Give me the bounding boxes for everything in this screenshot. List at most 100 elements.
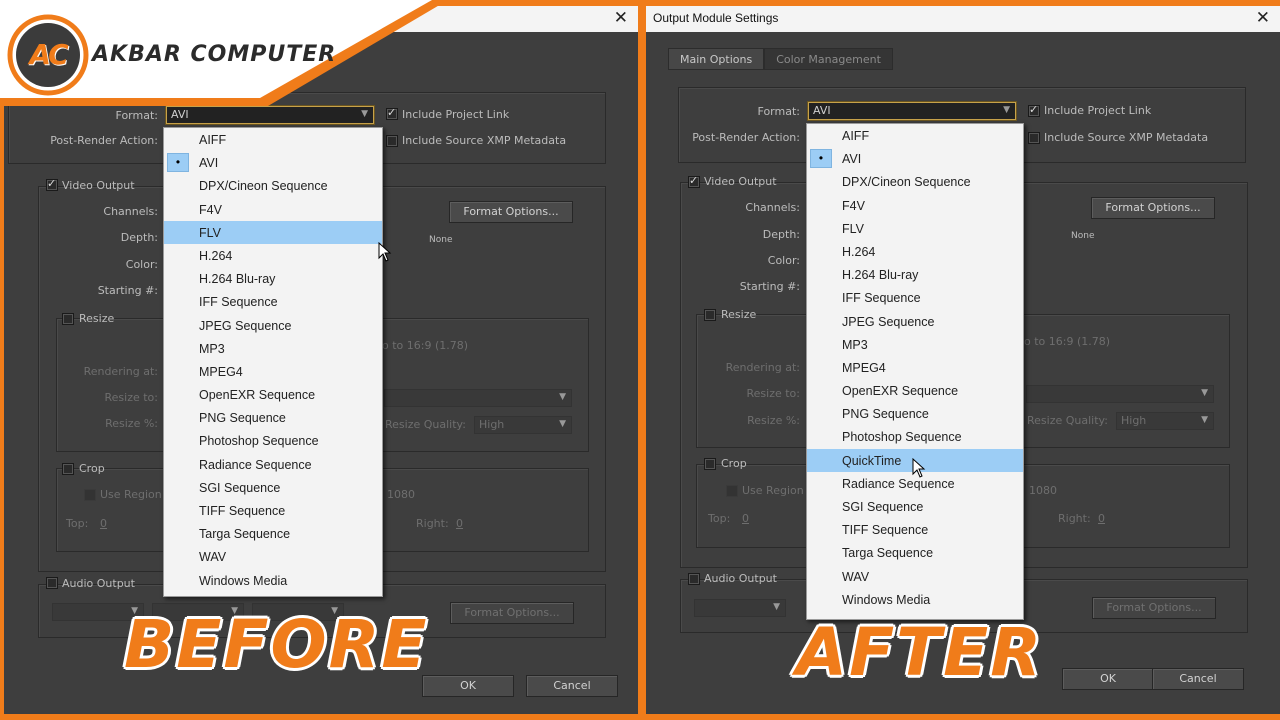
format-menu-item-label: FLV: [199, 225, 221, 240]
crop-top-field[interactable]: 0: [100, 517, 107, 530]
format-menu-item[interactable]: OpenEXR Sequence: [164, 383, 382, 406]
format-menu-list: AIFF • AVI DPX/Cineon Sequence F4V FLV H.264 H.…: [164, 128, 382, 592]
format-menu-item[interactable]: MPEG4: [807, 356, 1023, 379]
chevron-down-icon: ▼: [559, 419, 566, 429]
format-menu-item[interactable]: F4V: [164, 198, 382, 221]
format-menu-item[interactable]: H.264 Blu-ray: [807, 263, 1023, 286]
crop-right-field[interactable]: 0: [1098, 512, 1105, 525]
cancel-button[interactable]: Cancel: [526, 675, 618, 697]
format-menu-item-label: AVI: [199, 156, 219, 171]
tab-color-management[interactable]: Color Management: [764, 48, 893, 70]
resize-checkbox[interactable]: [704, 309, 716, 321]
crop-checkbox[interactable]: [704, 458, 716, 470]
format-menu-item[interactable]: SGI Sequence: [164, 476, 382, 499]
format-menu-item-label: FLV: [842, 221, 864, 236]
format-menu-item[interactable]: IFF Sequence: [807, 286, 1023, 309]
crop-checkbox[interactable]: [62, 463, 74, 475]
audio-format-options-button[interactable]: Format Options...: [1092, 597, 1216, 619]
crop-right-field[interactable]: 0: [456, 517, 463, 530]
crop-top-field[interactable]: 0: [742, 512, 749, 525]
format-menu-item[interactable]: MP3: [807, 333, 1023, 356]
ok-button[interactable]: OK: [422, 675, 514, 697]
starting-label: Starting #:: [739, 280, 800, 293]
format-menu-item[interactable]: H.264 Blu-ray: [164, 267, 382, 290]
format-options-button[interactable]: Format Options...: [449, 201, 573, 223]
format-menu-item-label: TIFF Sequence: [199, 504, 286, 518]
format-menu-item[interactable]: OpenEXR Sequence: [807, 379, 1023, 402]
format-menu-item[interactable]: Photoshop Sequence: [164, 429, 382, 452]
cancel-button[interactable]: Cancel: [1152, 668, 1244, 690]
close-icon[interactable]: ✕: [1256, 8, 1270, 28]
resize-checkbox[interactable]: [62, 313, 74, 325]
channels-label: Channels:: [745, 201, 800, 214]
format-menu-item[interactable]: PNG Sequence: [807, 402, 1023, 425]
format-menu-item[interactable]: F4V: [807, 194, 1023, 217]
format-menu-item[interactable]: PNG Sequence: [164, 406, 382, 429]
format-menu-item[interactable]: SGI Sequence: [807, 495, 1023, 518]
format-menu-item[interactable]: FLV: [164, 220, 382, 244]
format-menu-item[interactable]: TIFF Sequence: [164, 499, 382, 522]
format-menu-item-label: AVI: [842, 152, 862, 167]
include-xmp-checkbox[interactable]: [1028, 132, 1040, 144]
format-menu-item[interactable]: Photoshop Sequence: [807, 425, 1023, 448]
crop-top-label: Top:: [708, 512, 731, 525]
format-menu-item[interactable]: H.264: [164, 244, 382, 267]
audio-format-options-button[interactable]: Format Options...: [450, 602, 574, 624]
resize-quality-select[interactable]: High ▼: [474, 416, 572, 434]
format-menu-item[interactable]: AIFF: [164, 128, 382, 151]
format-menu-item[interactable]: MPEG4: [164, 360, 382, 383]
chevron-down-icon: ▼: [559, 392, 566, 402]
format-menu-item[interactable]: H.264: [807, 240, 1023, 263]
format-menu-item[interactable]: DPX/Cineon Sequence: [807, 170, 1023, 193]
format-menu-item[interactable]: Radiance Sequence: [164, 453, 382, 476]
format-menu-item[interactable]: MP3: [164, 337, 382, 360]
use-region-checkbox[interactable]: [726, 485, 738, 497]
format-menu-item-label: H.264: [199, 248, 233, 263]
format-menu-item[interactable]: • AVI: [164, 151, 382, 174]
ok-button[interactable]: OK: [1062, 668, 1154, 690]
tab-main-options[interactable]: Main Options: [668, 48, 765, 70]
post-render-label: Post-Render Action:: [50, 134, 158, 147]
format-menu-item-label: WAV: [199, 550, 227, 565]
audio-output-checkbox[interactable]: [688, 573, 700, 585]
video-output-checkbox[interactable]: [46, 177, 58, 191]
format-select[interactable]: AVI ▼: [808, 102, 1016, 120]
format-select-value: AVI: [813, 104, 831, 117]
format-menu-item-label: SGI Sequence: [199, 480, 281, 495]
format-menu-item[interactable]: Targa Sequence: [164, 522, 382, 545]
format-menu-item[interactable]: DPX/Cineon Sequence: [164, 174, 382, 197]
resize-preset-select[interactable]: ▼: [1026, 385, 1214, 403]
resize-preset-select[interactable]: ▼: [384, 389, 572, 407]
video-output-checkbox[interactable]: [688, 174, 700, 188]
close-icon[interactable]: ✕: [614, 8, 628, 28]
format-menu-item-label: MP3: [199, 341, 225, 356]
selected-bullet-icon: •: [167, 153, 189, 173]
format-menu-item[interactable]: FLV: [807, 217, 1023, 240]
audio-output-checkbox[interactable]: [46, 577, 58, 589]
format-menu-item[interactable]: Windows Media: [807, 588, 1023, 611]
format-options-button[interactable]: Format Options...: [1091, 197, 1215, 219]
format-menu-item[interactable]: JPEG Sequence: [164, 314, 382, 337]
resize-to-label: Resize to:: [104, 391, 159, 404]
dialog-title: Output Module Settings: [653, 11, 779, 25]
caption-before: BEFORE: [124, 606, 429, 683]
resize-to-label: Resize to:: [746, 387, 801, 400]
include-xmp-checkbox[interactable]: [386, 135, 398, 147]
format-menu-item-label: MP3: [842, 337, 868, 352]
format-menu-item[interactable]: WAV: [164, 545, 382, 568]
format-menu-item[interactable]: • AVI: [807, 147, 1023, 170]
format-menu-item[interactable]: TIFF Sequence: [807, 518, 1023, 541]
format-menu-item[interactable]: IFF Sequence: [164, 290, 382, 313]
aspect-text: o to 16:9 (1.78): [382, 339, 469, 352]
use-region-checkbox[interactable]: [84, 489, 96, 501]
resize-quality-select[interactable]: High ▼: [1116, 412, 1214, 430]
audio-rate-select[interactable]: ▼: [694, 599, 786, 617]
format-menu-item-label: DPX/Cineon Sequence: [199, 179, 328, 194]
format-menu-item[interactable]: AIFF: [807, 124, 1023, 147]
logo-text: AKBAR COMPUTER: [92, 42, 337, 67]
format-menu-item[interactable]: Windows Media: [164, 569, 382, 592]
format-menu-item[interactable]: JPEG Sequence: [807, 310, 1023, 333]
format-menu-item[interactable]: Targa Sequence: [807, 541, 1023, 564]
format-menu-item[interactable]: WAV: [807, 565, 1023, 588]
include-project-link-checkbox[interactable]: [1028, 103, 1040, 117]
